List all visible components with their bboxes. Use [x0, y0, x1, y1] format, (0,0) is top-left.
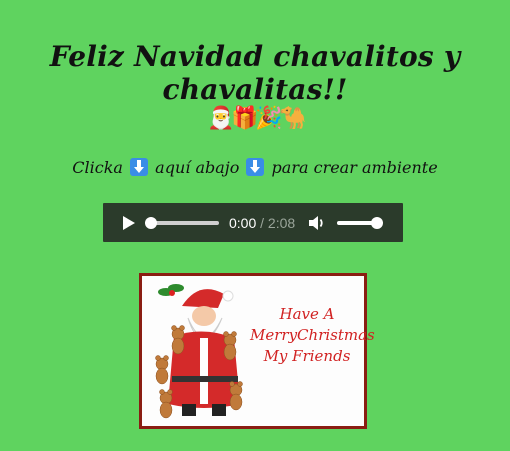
down-arrow-icon [246, 158, 265, 176]
page: Feliz Navidad chavalitos y chavalitas!! … [0, 0, 510, 451]
gift-emoji: 🎁 [231, 106, 259, 131]
duration: / 2:08 [260, 214, 296, 231]
camel-emoji: 🐪 [279, 106, 307, 131]
instruction-text: Clicka aquí abajo para crear ambiente [0, 158, 510, 177]
time-display: 0:00 / 2:08 [229, 215, 295, 231]
instruction-before: Clicka [72, 158, 123, 177]
progress-thumb[interactable] [145, 216, 157, 229]
current-time: 0:00 [229, 214, 257, 231]
party-popper-emoji: 🎉 [255, 106, 283, 131]
greeting-line-1: Have A [279, 305, 335, 323]
santa-emoji: 🎅 [207, 106, 235, 131]
instruction-after: para crear ambiente [271, 158, 438, 177]
page-title: Feliz Navidad chavalitos y chavalitas!! [49, 40, 461, 106]
santa-with-teddy-bears-illustration [155, 284, 243, 419]
christmas-greeting-image: Have A MerryChristmas My Friends [139, 273, 375, 429]
play-button[interactable] [115, 209, 143, 237]
progress-slider[interactable] [145, 216, 219, 229]
audio-player: 0:00 / 2:08 [103, 203, 403, 242]
volume-slider[interactable] [337, 216, 384, 229]
speaker-icon [309, 215, 323, 230]
down-arrow-icon [130, 158, 149, 176]
greeting-line-3: My Friends [263, 347, 351, 365]
play-icon [123, 215, 135, 230]
instruction-middle: aquí abajo [155, 158, 240, 177]
emoji-row: 🎅🎁🎉🐪 [0, 104, 510, 134]
greeting-line-2: MerryChristmas [250, 326, 375, 344]
volume-button[interactable] [305, 211, 329, 235]
greeting-text: Have A MerryChristmas My Friends [250, 304, 375, 367]
volume-thumb[interactable] [371, 216, 384, 229]
